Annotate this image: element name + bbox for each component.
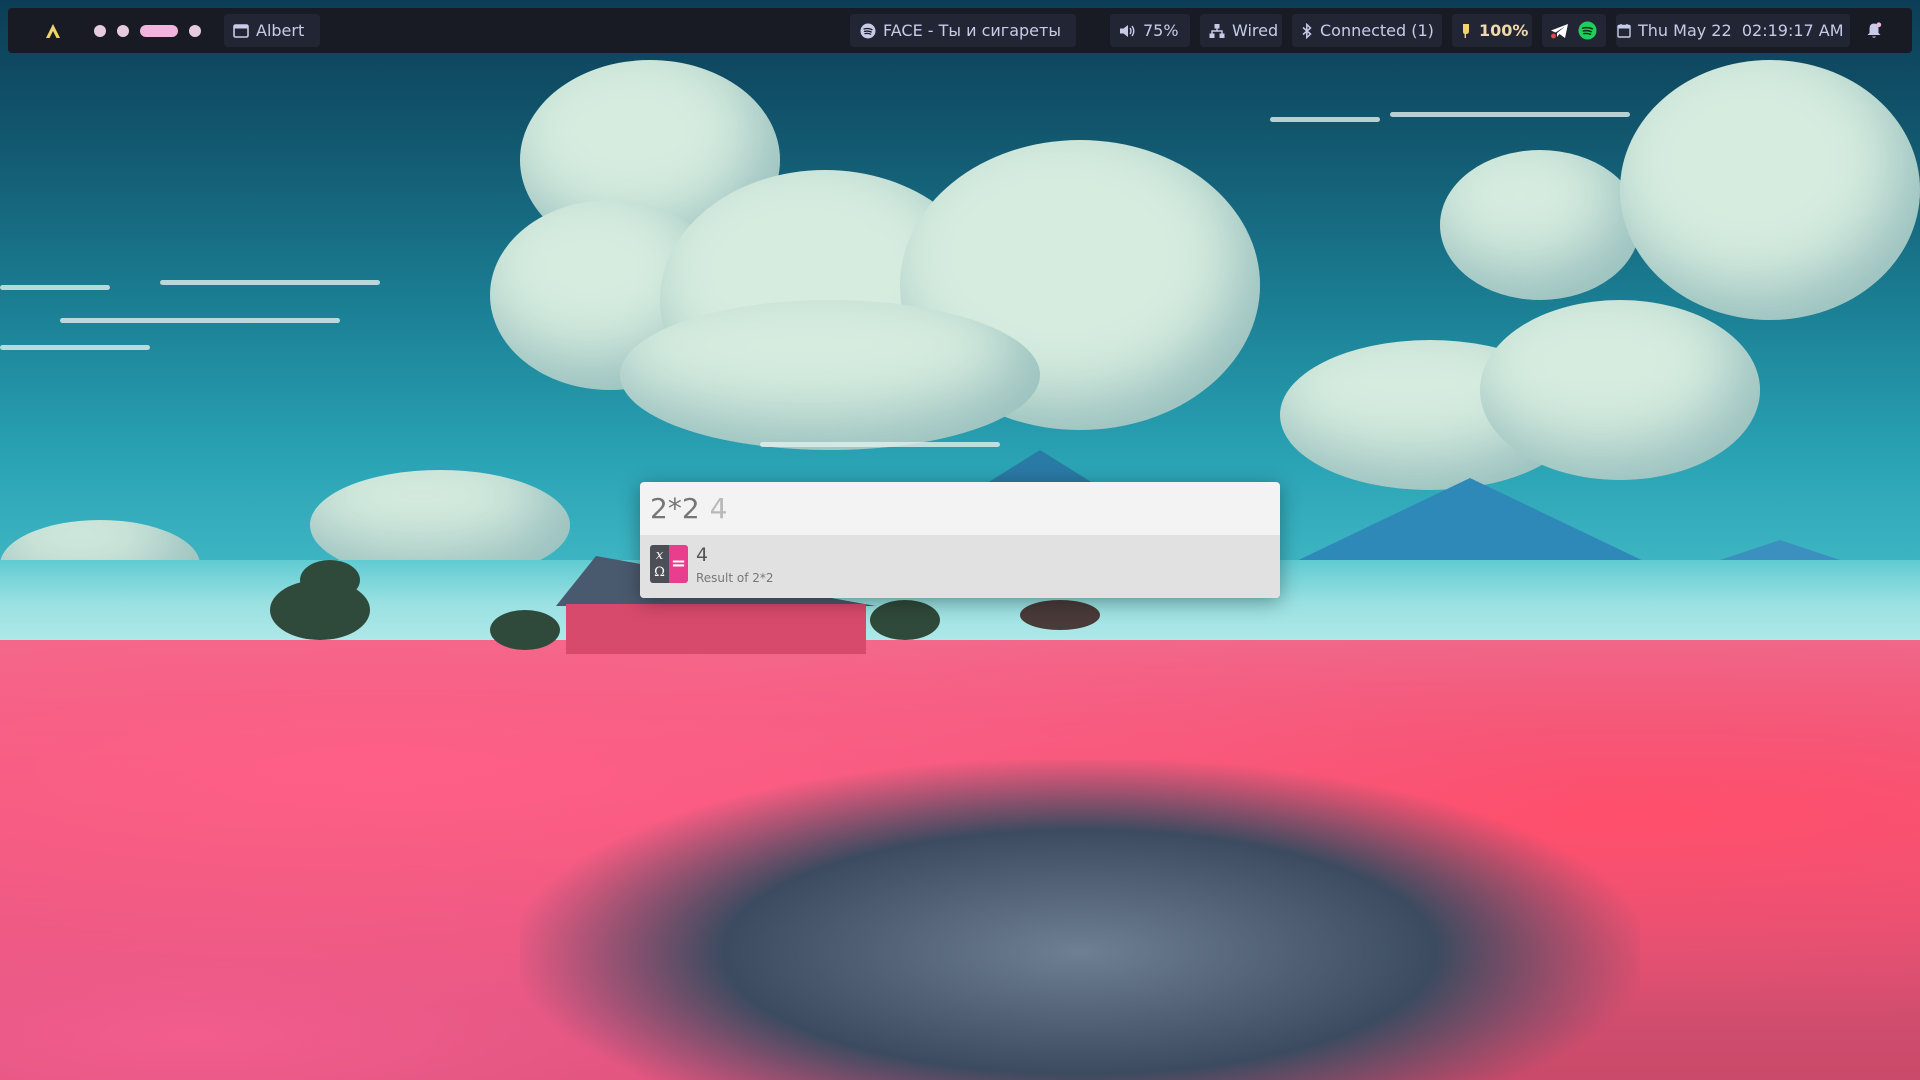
spotify-tray-icon[interactable]	[1578, 21, 1597, 40]
wallpaper-cloud-streak	[160, 280, 380, 285]
volume-level: 75%	[1143, 21, 1179, 40]
media-player-widget[interactable]: FACE - Ты и сигареты	[860, 8, 1061, 53]
wallpaper-cloud-streak	[1270, 117, 1380, 122]
bell-icon	[1867, 22, 1882, 38]
media-track-label: FACE - Ты и сигареты	[883, 21, 1061, 40]
wallpaper-tree	[490, 610, 560, 650]
workspace-switcher	[94, 8, 201, 53]
wallpaper-cloud	[1620, 60, 1920, 320]
bluetooth-icon	[1302, 22, 1312, 39]
calendar-icon	[1617, 24, 1631, 38]
wallpaper-cloud-streak	[1390, 112, 1630, 117]
wallpaper-house	[566, 604, 866, 654]
workspace-4[interactable]	[189, 24, 201, 37]
spotify-icon	[860, 23, 876, 38]
query-completion: 4	[709, 491, 728, 525]
battery-widget[interactable]: 100%	[1461, 8, 1528, 53]
bluetooth-status: Connected (1)	[1320, 21, 1434, 40]
wallpaper-tree	[300, 560, 360, 600]
bluetooth-widget[interactable]: Connected (1)	[1301, 8, 1434, 53]
wallpaper-tree	[870, 600, 940, 640]
app-menu-button[interactable]	[45, 8, 61, 53]
albert-launcher-window: 2*2 4 xΩ = 4 Result of 2*2	[640, 482, 1280, 598]
launcher-query-input[interactable]: 2*2 4	[640, 482, 1280, 534]
result-subtitle: Result of 2*2	[696, 571, 774, 585]
wallpaper-cloud-streak	[0, 285, 110, 290]
window-icon	[233, 23, 249, 38]
system-tray	[1550, 8, 1597, 53]
notifications-button[interactable]	[1866, 8, 1882, 53]
volume-widget[interactable]: 75%	[1119, 8, 1179, 53]
battery-plug-icon	[1463, 23, 1469, 38]
wallpaper-cloud-streak	[60, 318, 340, 323]
wired-network-icon	[1209, 23, 1225, 38]
clock-datetime: Thu May 22 02:19:17 AM	[1638, 21, 1844, 40]
result-title: 4	[696, 544, 709, 566]
clock-widget[interactable]: Thu May 22 02:19:17 AM	[1617, 8, 1844, 53]
wallpaper-tree	[1020, 600, 1100, 630]
speaker-icon	[1120, 24, 1135, 37]
network-status: Wired	[1232, 21, 1279, 40]
wallpaper-pond	[520, 760, 1640, 1080]
workspace-2[interactable]	[117, 24, 129, 37]
workspace-3-active[interactable]	[140, 24, 178, 37]
result-item[interactable]: xΩ = 4 Result of 2*2	[640, 535, 1280, 598]
battery-level: 100%	[1479, 21, 1529, 40]
wallpaper-cloud-streak	[760, 442, 1000, 447]
top-panel: Albert FACE - Ты и сигареты 75% Wired Co…	[8, 8, 1912, 53]
network-widget[interactable]: Wired	[1209, 8, 1278, 53]
wallpaper-cloud	[620, 300, 1040, 450]
logo-icon	[46, 23, 60, 38]
wallpaper-cloud	[1440, 150, 1640, 300]
wallpaper-cloud-streak	[0, 345, 150, 350]
active-window-label: Albert	[256, 21, 305, 40]
query-text: 2*2	[650, 491, 700, 525]
calculator-icon: xΩ =	[650, 545, 688, 583]
workspace-1[interactable]	[94, 24, 106, 37]
wallpaper-cloud	[1480, 300, 1760, 480]
telegram-icon[interactable]	[1550, 23, 1569, 39]
active-window-title[interactable]: Albert	[233, 8, 304, 53]
